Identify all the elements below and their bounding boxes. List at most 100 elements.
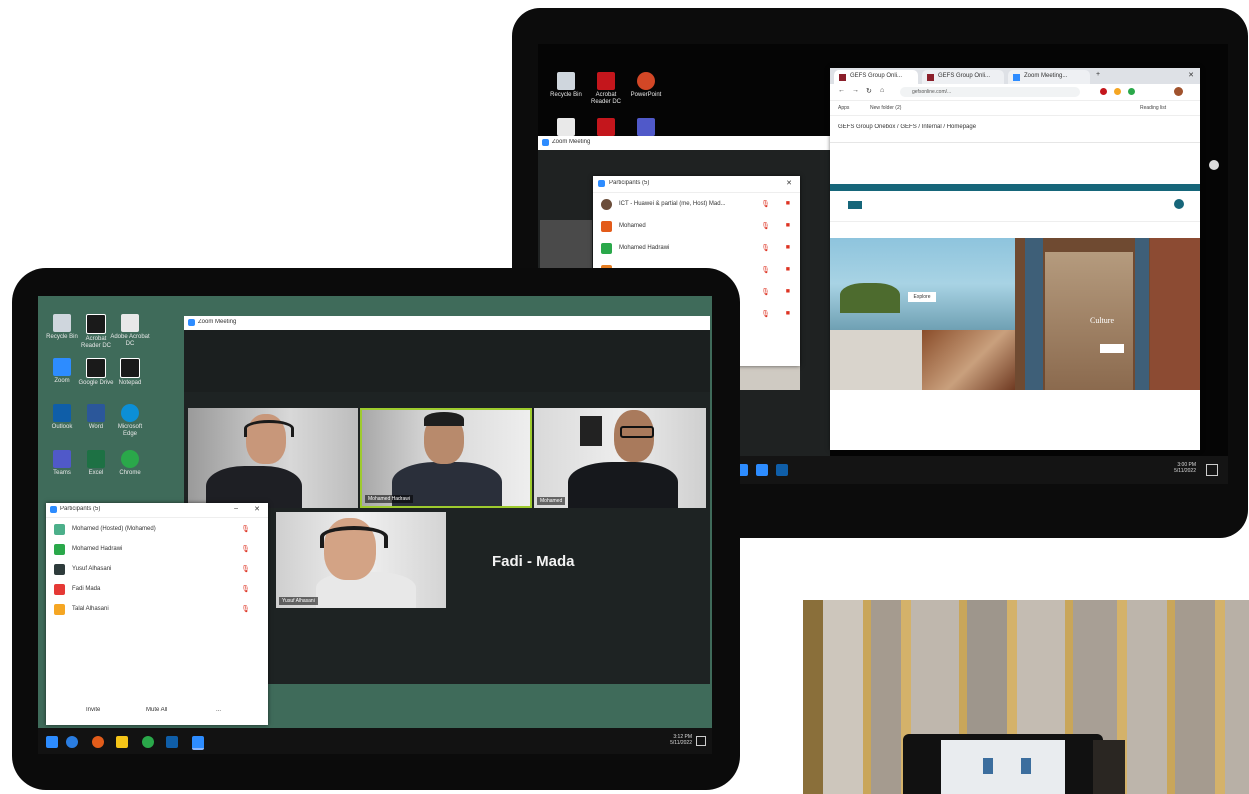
extension-icon[interactable] xyxy=(1114,88,1121,95)
notification-icon[interactable] xyxy=(696,736,706,746)
search-icon[interactable] xyxy=(1174,199,1184,209)
desktop-icon-chrome[interactable]: Chrome xyxy=(110,450,150,477)
desktop-icon-recycle-bin[interactable]: Recycle Bin xyxy=(546,72,586,99)
invite-button[interactable]: Invite xyxy=(86,707,100,713)
bookmark-item[interactable]: New folder (2) xyxy=(870,105,901,111)
site-favicon xyxy=(839,74,846,81)
participant-row[interactable]: Mohamed Hadrawi 🎙 xyxy=(46,541,268,559)
camera-off-icon[interactable]: ■ xyxy=(786,266,790,273)
reload-icon[interactable]: ↻ xyxy=(866,87,872,95)
close-icon[interactable]: ✕ xyxy=(254,505,260,513)
participant-name-badge: Mohamed Hadrawi xyxy=(365,495,413,503)
browser-window: GEFS Group Onli... GEFS Group Onli... Zo… xyxy=(830,68,1200,450)
desktop-icon-edge[interactable]: Microsoft Edge xyxy=(110,404,150,438)
mic-muted-icon[interactable]: 🎙 xyxy=(761,288,770,296)
browser-tab[interactable]: Zoom Meeting... xyxy=(1008,70,1090,84)
front-taskbar: 3:12 PM 5/11/2022 xyxy=(38,728,712,754)
back-zoom-titlebar[interactable]: Zoom Meeting xyxy=(538,136,830,150)
video-tile-active[interactable]: Mohamed Hadrawi xyxy=(360,408,532,508)
participant-row[interactable]: Mohamed (Hosted) (Mohamed) 🎙 xyxy=(46,521,268,539)
mic-muted-icon[interactable]: 🎙 xyxy=(761,310,770,318)
zoom-icon[interactable] xyxy=(756,464,768,476)
mic-muted-icon[interactable]: 🎙 xyxy=(241,605,250,613)
hero-button[interactable]: Explore xyxy=(908,292,936,302)
extension-icon[interactable] xyxy=(1100,88,1107,95)
back-zoom-tile xyxy=(738,364,800,390)
participant-row[interactable]: Yusuf Alhasani 🎙 xyxy=(46,561,268,579)
firefox-icon[interactable] xyxy=(92,736,104,748)
desktop-icon-notepad[interactable]: Notepad xyxy=(110,358,150,387)
mic-muted-icon[interactable]: 🎙 xyxy=(241,565,250,573)
folder-icon[interactable] xyxy=(116,736,128,748)
hero-cta-button[interactable] xyxy=(1100,344,1124,353)
site-banner xyxy=(830,184,1200,191)
camera-off-icon[interactable]: ■ xyxy=(786,222,790,229)
mute-all-button[interactable]: Mute All xyxy=(146,707,167,713)
zoom-title: Zoom Meeting xyxy=(198,319,237,325)
desktop-icon-teams[interactable] xyxy=(626,118,666,138)
zoom-top-area xyxy=(184,330,710,392)
bookmark-item[interactable]: Apps xyxy=(838,105,849,111)
close-icon[interactable]: ✕ xyxy=(786,179,792,187)
windows-start-icon[interactable] xyxy=(46,736,58,748)
mic-muted-icon[interactable]: 🎙 xyxy=(761,222,770,230)
camera-off-icon[interactable]: ■ xyxy=(786,288,790,295)
mic-muted-icon[interactable]: 🎙 xyxy=(761,244,770,252)
participant-row[interactable]: Mohamed 🎙 ■ xyxy=(593,218,800,236)
video-tile[interactable] xyxy=(188,408,358,508)
zoom-titlebar[interactable]: Zoom Meeting xyxy=(184,316,710,330)
extension-icon[interactable] xyxy=(1128,88,1135,95)
outlook-icon[interactable] xyxy=(776,464,788,476)
participant-row[interactable]: Fadi Mada 🎙 xyxy=(46,581,268,599)
participant-row[interactable]: ICT - Huawei & partial (me, Host) Mad...… xyxy=(593,196,800,214)
notification-icon[interactable] xyxy=(1206,464,1218,476)
camera-off-icon[interactable]: ■ xyxy=(786,200,790,207)
back-arrow-icon[interactable]: ← xyxy=(838,87,845,94)
zoom-icon xyxy=(188,319,195,326)
desktop-icon-app[interactable] xyxy=(586,118,626,138)
desktop-icon-label: Adobe Acrobat DC xyxy=(110,334,150,347)
participant-row[interactable]: Talal Alhasani 🎙 xyxy=(46,601,268,619)
more-button[interactable]: ... xyxy=(216,707,221,713)
desktop-icon-powerpoint[interactable]: PowerPoint xyxy=(626,72,666,99)
participant-body xyxy=(316,572,416,608)
home-icon[interactable]: ⌂ xyxy=(880,87,884,94)
avatar xyxy=(601,243,612,254)
address-bar[interactable]: gefsonline.com/... xyxy=(900,87,1080,97)
mic-icon[interactable]: 🎙 xyxy=(241,545,250,553)
avatar[interactable] xyxy=(1174,87,1183,96)
search-icon[interactable] xyxy=(66,736,78,748)
taskbar-clock[interactable]: 3:00 PM 5/11/2022 xyxy=(1174,462,1196,474)
mic-icon[interactable]: 🎙 xyxy=(241,525,250,533)
participants-titlebar[interactable]: Participants (5) – ✕ xyxy=(46,503,268,518)
forward-arrow-icon[interactable]: → xyxy=(852,87,859,94)
new-tab-icon[interactable]: + xyxy=(1096,71,1100,78)
zoom-icon[interactable] xyxy=(192,736,204,750)
word-icon xyxy=(87,404,105,422)
close-window-icon[interactable]: ✕ xyxy=(1188,71,1194,79)
breadcrumb[interactable]: GEFS Group Onebox / GEFS / Internal / Ho… xyxy=(838,124,976,130)
camera-off-icon[interactable]: ■ xyxy=(786,310,790,317)
browser-tab[interactable]: GEFS Group Onli... xyxy=(922,70,1004,84)
participants-titlebar[interactable]: Participants (5) ✕ xyxy=(593,176,800,193)
video-tile[interactable]: Yusuf Alhasani xyxy=(276,512,446,608)
desktop-icon-adobe[interactable]: Adobe Acrobat DC xyxy=(110,314,150,348)
desktop-icon-label: Notepad xyxy=(118,380,142,386)
minimize-icon[interactable]: – xyxy=(234,505,238,512)
mic-muted-icon[interactable]: 🎙 xyxy=(761,266,770,274)
teams-icon xyxy=(637,118,655,136)
mic-muted-icon[interactable]: 🎙 xyxy=(241,585,250,593)
taskbar-clock[interactable]: 3:12 PM 5/11/2022 xyxy=(670,734,692,746)
desktop-icon-acrobat[interactable]: Acrobat Reader DC xyxy=(586,72,626,106)
settings-icon[interactable] xyxy=(1209,160,1219,170)
participant-row[interactable]: Mohamed Hadrawi 🎙 ■ xyxy=(593,240,800,258)
chrome-icon[interactable] xyxy=(142,736,154,748)
bookmark-item[interactable]: Reading list xyxy=(1140,105,1166,111)
browser-tab[interactable]: GEFS Group Onli... xyxy=(834,70,918,84)
camera-off-icon[interactable]: ■ xyxy=(786,244,790,251)
desktop-icon-file[interactable] xyxy=(546,118,586,138)
mic-muted-icon[interactable]: 🎙 xyxy=(761,200,770,208)
outlook-icon[interactable] xyxy=(166,736,178,748)
video-tile[interactable]: Mohamed xyxy=(534,408,706,508)
avatar xyxy=(54,564,65,575)
